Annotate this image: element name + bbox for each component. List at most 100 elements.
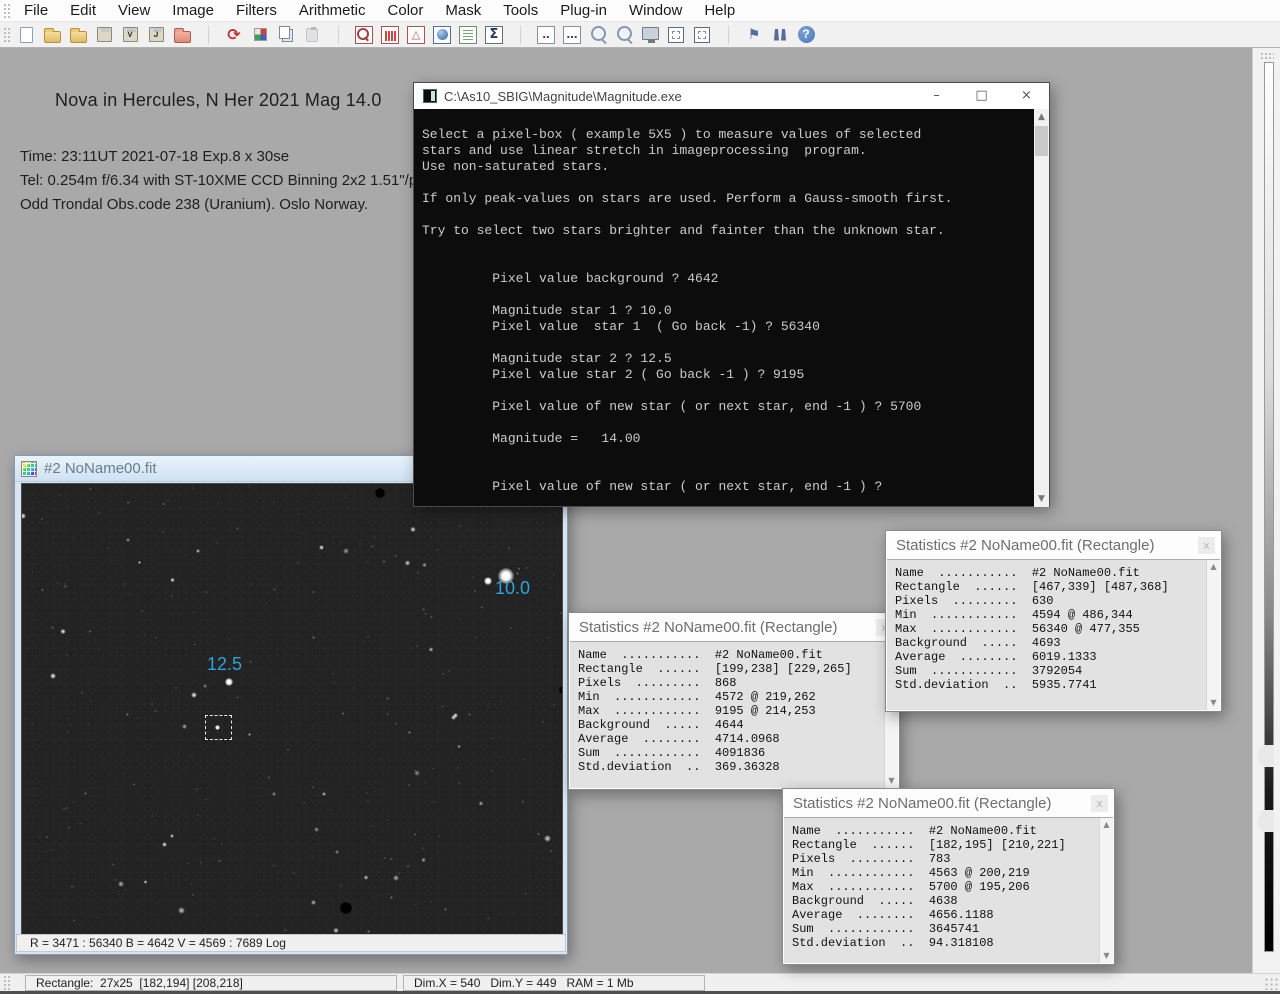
console-line: [422, 255, 1034, 271]
starfield-image[interactable]: 10.0 12.5: [22, 484, 562, 934]
stat-row: Average ........ 6019.1333: [895, 650, 1205, 664]
stat-row: Pixels ......... 630: [895, 594, 1205, 608]
menu-color[interactable]: Color: [377, 0, 435, 21]
menu-filters[interactable]: Filters: [225, 0, 288, 21]
scroll-down-icon[interactable]: ▼: [1100, 949, 1113, 963]
fit-window-icon[interactable]: [664, 23, 688, 47]
copy-icon[interactable]: [274, 23, 298, 47]
resize-grip[interactable]: [1264, 977, 1278, 990]
magnitude-label: 10.0: [495, 578, 530, 599]
console-line: Use non-saturated stars.: [422, 159, 1034, 175]
toolbar-separator: [508, 23, 532, 47]
menu-file[interactable]: File: [13, 0, 59, 21]
console-line: Magnitude star 2 ? 12.5: [422, 351, 1034, 367]
statistics-scrollbar[interactable]: ▲ ▼: [1206, 560, 1220, 710]
statistics-title: Statistics #2 NoName00.fit (Rectangle): [569, 619, 876, 636]
blink-compare-icon[interactable]: [768, 23, 792, 47]
scrollbar-thumb[interactable]: [1035, 126, 1048, 156]
curves-window-icon[interactable]: △: [404, 23, 428, 47]
statistics-window-icon[interactable]: Σ: [482, 23, 506, 47]
statistics-titlebar[interactable]: Statistics #2 NoName00.fit (Rectangle) x: [569, 613, 899, 641]
full-screen-icon[interactable]: [638, 23, 662, 47]
low-level-slider[interactable]: [1257, 810, 1274, 832]
align-flag-icon[interactable]: ⚑: [742, 23, 766, 47]
console-line: Magnitude star 1 ? 10.0: [422, 303, 1034, 319]
save-variant-j-icon[interactable]: J: [144, 23, 168, 47]
menu-mask[interactable]: Mask: [434, 0, 492, 21]
console-line: [422, 287, 1034, 303]
scroll-up-icon[interactable]: ▲: [1034, 109, 1049, 125]
histogram-window-icon[interactable]: [378, 23, 402, 47]
menu-edit[interactable]: Edit: [59, 0, 107, 21]
open-recent-icon[interactable]: [66, 23, 90, 47]
save-image-icon[interactable]: [92, 23, 116, 47]
close-icon[interactable]: x: [1198, 537, 1215, 554]
scroll-down-icon[interactable]: ▼: [885, 774, 898, 788]
stat-row: Name ........... #2 NoName00.fit: [578, 648, 883, 662]
statistics-titlebar[interactable]: Statistics #2 NoName00.fit (Rectangle) x: [783, 789, 1114, 817]
menu-window[interactable]: Window: [618, 0, 693, 21]
console-line: stars and use linear stretch in imagepro…: [422, 143, 1034, 159]
scroll-down-icon[interactable]: ▼: [1034, 491, 1049, 507]
fit-screen-icon[interactable]: [690, 23, 714, 47]
reference-star: [484, 577, 492, 585]
workspace: Nova in Hercules, N Her 2021 Mag 14.0 Ti…: [0, 48, 1280, 973]
toolbar-separator: [716, 23, 740, 47]
magnitude-label: 12.5: [207, 654, 242, 675]
zoom-in-icon[interactable]: +: [586, 23, 610, 47]
menu-plugin[interactable]: Plug-in: [549, 0, 618, 21]
console-body: Select a pixel-box ( example 5X5 ) to me…: [414, 109, 1049, 507]
menu-arithmetic[interactable]: Arithmetic: [288, 0, 377, 21]
save-variant-v-icon[interactable]: V: [118, 23, 142, 47]
selection-rectangle[interactable]: [205, 715, 232, 740]
help-icon[interactable]: ?: [794, 23, 818, 47]
console-line: [422, 383, 1034, 399]
image-window-title: #2 NoName00.fit: [44, 460, 157, 477]
menu-image[interactable]: Image: [161, 0, 225, 21]
toolbar-grip[interactable]: [3, 27, 10, 43]
fits-header-icon[interactable]: [456, 23, 480, 47]
statistics-scrollbar[interactable]: ▲ ▼: [1099, 818, 1113, 963]
menu-help[interactable]: Help: [693, 0, 746, 21]
toolbar-separator: [326, 23, 350, 47]
console-line: Try to select two stars brighter and fai…: [422, 223, 1034, 239]
stat-row: Name ........... #2 NoName00.fit: [792, 824, 1098, 838]
resample-icon[interactable]: [248, 23, 272, 47]
panel-grip[interactable]: [1260, 52, 1274, 59]
scroll-down-icon[interactable]: ▼: [1207, 696, 1220, 710]
stat-row: Max ............ 5700 @ 195,206: [792, 880, 1098, 894]
scroll-up-icon[interactable]: ▲: [1207, 560, 1220, 574]
small-zoom-box-icon[interactable]: ‥: [534, 23, 558, 47]
close-icon[interactable]: x: [1091, 795, 1108, 812]
undo-icon[interactable]: ⟳: [222, 23, 246, 47]
observation-note: Nova in Hercules, N Her 2021 Mag 14.0 Ti…: [20, 90, 428, 217]
console-titlebar[interactable]: C:\As10_SBIG\Magnitude\Magnitude.exe – □…: [414, 83, 1049, 109]
scroll-up-icon[interactable]: ▲: [1100, 818, 1113, 832]
new-image-icon[interactable]: [14, 23, 38, 47]
console-line: Magnitude = 14.00: [422, 431, 1034, 447]
large-zoom-box-icon[interactable]: …: [560, 23, 584, 47]
paste-icon[interactable]: [300, 23, 324, 47]
statistics-titlebar[interactable]: Statistics #2 NoName00.fit (Rectangle) x: [886, 531, 1221, 559]
image-browser-icon[interactable]: [170, 23, 194, 47]
console-line: Pixel value background ? 4642: [422, 271, 1034, 287]
console-line: If only peak-values on stars are used. P…: [422, 191, 1034, 207]
close-button[interactable]: ×: [1004, 83, 1049, 109]
statistics-window-1: Statistics #2 NoName00.fit (Rectangle) x…: [885, 530, 1222, 712]
console-scrollbar[interactable]: ▲ ▼: [1034, 109, 1049, 507]
minimize-button[interactable]: –: [914, 83, 959, 109]
maximize-button[interactable]: □: [959, 83, 1004, 109]
statistics-title: Statistics #2 NoName00.fit (Rectangle): [886, 537, 1198, 554]
menubar-grip[interactable]: [3, 3, 10, 19]
stat-row: Background ..... 4644: [578, 718, 883, 732]
high-level-slider[interactable]: [1257, 745, 1274, 767]
preview-window-icon[interactable]: [352, 23, 376, 47]
zoom-out-icon[interactable]: −: [612, 23, 636, 47]
stat-row: Min ............ 4594 @ 486,344: [895, 608, 1205, 622]
image-canvas-frame: 10.0 12.5: [21, 483, 563, 935]
menu-view[interactable]: View: [107, 0, 161, 21]
open-image-icon[interactable]: [40, 23, 64, 47]
color-window-icon[interactable]: [430, 23, 454, 47]
console-line: Pixel value star 1 ( Go back -1) ? 56340: [422, 319, 1034, 335]
menu-tools[interactable]: Tools: [492, 0, 549, 21]
